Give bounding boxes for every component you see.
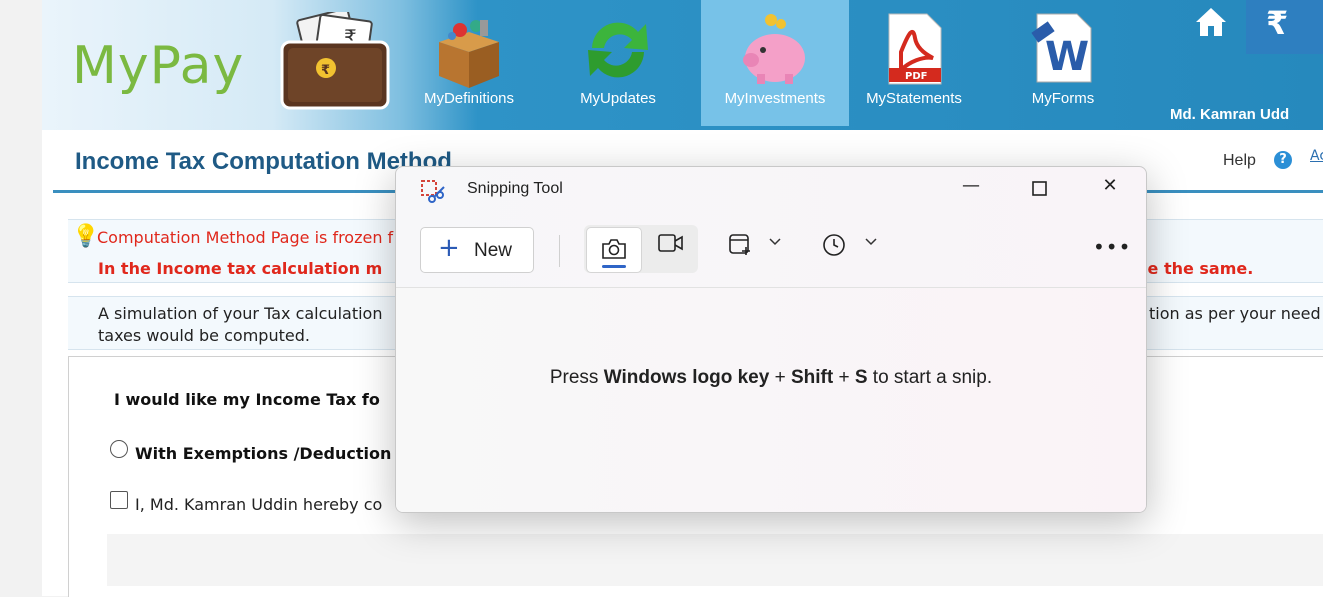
nav-myupdates[interactable]: MyUpdates <box>544 0 692 126</box>
question-text: I would like my Income Tax fo <box>114 390 380 409</box>
minimize-button[interactable]: — <box>951 175 991 203</box>
notice-frozen-text: Computation Method Page is frozen f <box>97 228 394 247</box>
rupee-icon: ₹ <box>1266 4 1289 42</box>
nav-myinvestments[interactable]: MyInvestments <box>701 0 849 126</box>
msg-pre: Press <box>549 367 604 388</box>
more-options-icon[interactable]: ••• <box>1093 235 1131 259</box>
user-name: Md. Kamran Udd <box>1170 106 1290 123</box>
nav-mystatements[interactable]: PDF MyStatements <box>840 0 988 126</box>
svg-text:PDF: PDF <box>905 71 927 82</box>
active-mode-indicator <box>602 265 626 268</box>
exemptions-radio-label[interactable]: With Exemptions /Deduction <box>135 444 391 463</box>
help-icon[interactable]: ? <box>1274 151 1292 169</box>
nav-label: MyUpdates <box>580 90 656 107</box>
simulation-text-line1: A simulation of your Tax calculation <box>98 304 383 323</box>
notice-warning-text-end: se the same. <box>1138 259 1254 278</box>
pdf-icon: PDF <box>888 13 942 85</box>
nav-label: MyDefinitions <box>423 90 515 107</box>
snip-shape-icon[interactable] <box>728 233 752 257</box>
simulation-text-line2: taxes would be computed. <box>98 326 310 345</box>
nav-label: MyStatements <box>866 90 962 107</box>
toolbar-separator <box>559 235 560 267</box>
nav-mydefinitions[interactable]: MyDefinitions <box>395 0 543 126</box>
nav-label: MyInvestments <box>724 90 826 107</box>
msg-key-s: S <box>854 367 868 388</box>
home-icon[interactable] <box>1194 6 1228 38</box>
maximize-button[interactable] <box>1020 175 1060 203</box>
nav-label: MyForms <box>1031 90 1095 107</box>
close-button[interactable]: ✕ <box>1090 175 1130 203</box>
refresh-icon <box>588 22 648 78</box>
snipping-tool-window: Snipping Tool — ✕ + New ••• Press Window… <box>395 166 1147 513</box>
simulation-text-line1-end: tion as per your need <box>1149 304 1321 323</box>
wallet-icon: ₹ ₹ <box>280 12 390 110</box>
msg-plus: + <box>833 367 855 388</box>
snipping-tool-icon <box>421 180 445 203</box>
snip-body <box>396 288 1146 512</box>
nav-myforms[interactable]: W MyForms <box>989 0 1137 126</box>
piggy-bank-icon <box>743 14 805 84</box>
maximize-icon <box>1032 181 1047 196</box>
video-icon[interactable] <box>658 233 684 253</box>
mypay-logo: MyPay <box>72 36 245 96</box>
notice-warning-text: In the Income tax calculation m <box>98 259 383 278</box>
window-title: Snipping Tool <box>467 180 563 197</box>
clock-icon[interactable] <box>822 233 848 259</box>
new-snip-button[interactable]: + New <box>420 227 534 273</box>
box-icon <box>439 20 499 88</box>
msg-key-windows: Windows logo key <box>603 367 770 388</box>
consent-checkbox[interactable] <box>110 491 128 509</box>
consent-checkbox-label[interactable]: I, Md. Kamran Uddin hereby co <box>135 495 382 514</box>
help-link[interactable]: Help <box>1223 152 1256 170</box>
lightbulb-icon: 💡 <box>72 224 100 249</box>
msg-plus: + <box>769 367 791 388</box>
account-link[interactable]: Ac <box>1310 148 1323 164</box>
svg-text:W: W <box>1045 34 1089 80</box>
chevron-down-icon[interactable] <box>768 237 782 247</box>
rupee-button[interactable]: ₹ <box>1246 0 1323 54</box>
msg-post: to start a snip. <box>867 367 993 388</box>
svg-text:₹: ₹ <box>321 63 330 78</box>
plus-icon: + <box>438 233 460 263</box>
camera-icon <box>602 239 626 259</box>
exemptions-radio[interactable] <box>110 440 128 458</box>
word-doc-icon: W <box>1031 13 1092 83</box>
new-button-label: New <box>474 240 513 261</box>
msg-key-shift: Shift <box>790 367 834 388</box>
form-footer-area <box>107 534 1323 586</box>
snip-instruction: Press Windows logo key + Shift + S to st… <box>396 367 1146 389</box>
chevron-down-icon[interactable] <box>864 237 878 247</box>
